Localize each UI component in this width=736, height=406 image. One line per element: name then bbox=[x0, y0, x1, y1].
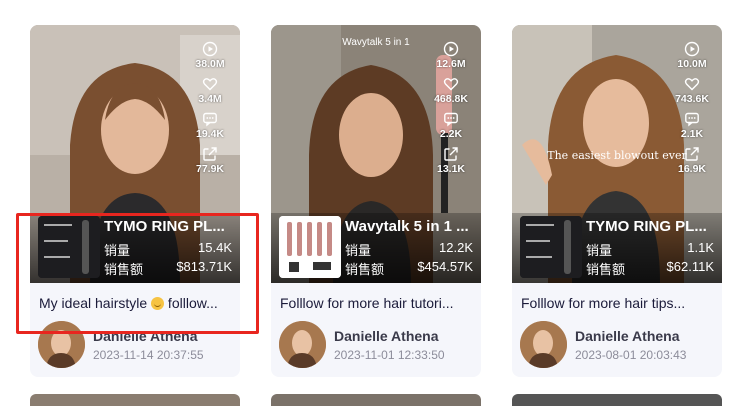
comments-count: 19.4K bbox=[195, 128, 225, 140]
comments-count: 2.2K bbox=[439, 128, 463, 140]
next-row-card-peek bbox=[30, 394, 240, 406]
video-stats: 12.6M 468.8K 2.2K 13.1K bbox=[431, 41, 471, 181]
comment-icon bbox=[203, 112, 217, 127]
video-thumbnail[interactable]: Wavytalk 5 in 1 12.6M 468.8K 2.2K 13.1K bbox=[271, 25, 481, 283]
video-stats: 10.0M 743.6K 2.1K 16.9K bbox=[672, 41, 712, 181]
product-bar[interactable]: TYMO RING PL... 销量 15.4K 销售额 $813.71K bbox=[30, 213, 240, 283]
sales-value: 12.2K bbox=[439, 240, 473, 255]
avatar[interactable] bbox=[38, 321, 85, 368]
revenue-value: $454.57K bbox=[417, 259, 473, 274]
share-icon bbox=[685, 147, 699, 161]
likes-count: 3.4M bbox=[198, 93, 222, 105]
product-image bbox=[38, 216, 100, 278]
video-card[interactable]: 38.0M 3.4M 19.4K 77.9K TYMO RING PL... 销… bbox=[30, 25, 240, 377]
author-info[interactable]: Danielle Athena 2023-11-14 20:37:55 bbox=[38, 321, 234, 369]
author-info[interactable]: Danielle Athena 2023-11-01 12:33:50 bbox=[279, 321, 475, 369]
avatar[interactable] bbox=[520, 321, 567, 368]
likes-stat: 3.4M bbox=[198, 76, 222, 105]
author-info[interactable]: Danielle Athena 2023-08-01 20:03:43 bbox=[520, 321, 716, 369]
sales-label: 销量 bbox=[104, 243, 131, 258]
plays-count: 12.6M bbox=[436, 58, 466, 70]
revenue-row: 销售额 $813.71K bbox=[104, 259, 232, 278]
video-thumbnail[interactable]: The easiest blowout ever 10.0M 743.6K 2.… bbox=[512, 25, 722, 283]
author-name: Danielle Athena bbox=[334, 328, 439, 344]
heart-icon bbox=[202, 78, 218, 91]
video-stats: 38.0M 3.4M 19.4K 77.9K bbox=[190, 41, 230, 181]
comment-icon bbox=[685, 112, 699, 127]
video-card[interactable]: The easiest blowout ever 10.0M 743.6K 2.… bbox=[512, 25, 722, 377]
play-count-icon bbox=[443, 41, 459, 57]
heart-icon bbox=[684, 78, 700, 91]
comments-count: 2.1K bbox=[680, 128, 704, 140]
publish-date: 2023-08-01 20:03:43 bbox=[575, 348, 687, 362]
plays-stat: 10.0M bbox=[677, 41, 707, 70]
comments-stat: 2.1K bbox=[681, 111, 703, 140]
play-count-icon bbox=[684, 41, 700, 57]
sales-value: 15.4K bbox=[198, 240, 232, 255]
play-count-icon bbox=[202, 41, 218, 57]
shares-stat: 77.9K bbox=[196, 146, 224, 175]
comments-stat: 2.2K bbox=[440, 111, 462, 140]
plays-count: 10.0M bbox=[677, 58, 707, 70]
product-image bbox=[279, 216, 341, 278]
shares-count: 13.1K bbox=[436, 163, 466, 175]
video-card[interactable]: Wavytalk 5 in 1 12.6M 468.8K 2.2K 13.1K bbox=[271, 25, 481, 377]
avatar[interactable] bbox=[279, 321, 326, 368]
video-title[interactable]: My ideal hairstyle folllow... bbox=[39, 295, 233, 311]
revenue-value: $62.11K bbox=[666, 259, 714, 274]
product-name: TYMO RING PL... bbox=[586, 218, 707, 235]
revenue-label: 销售额 bbox=[104, 262, 144, 277]
shares-stat: 16.9K bbox=[678, 146, 706, 175]
plays-count: 38.0M bbox=[195, 58, 225, 70]
comment-icon bbox=[444, 112, 458, 127]
video-title-tail: folllow... bbox=[164, 295, 218, 311]
product-name: TYMO RING PL... bbox=[104, 218, 225, 235]
author-name: Danielle Athena bbox=[575, 328, 680, 344]
video-thumbnail[interactable]: 38.0M 3.4M 19.4K 77.9K TYMO RING PL... 销… bbox=[30, 25, 240, 283]
product-bar[interactable]: Wavytalk 5 in 1 ... 销量 12.2K 销售额 $454.57… bbox=[271, 213, 481, 283]
video-title[interactable]: Folllow for more hair tutori... bbox=[280, 295, 474, 311]
comments-stat: 19.4K bbox=[196, 111, 224, 140]
likes-stat: 468.8K bbox=[434, 76, 468, 105]
plays-stat: 38.0M bbox=[195, 41, 225, 70]
share-icon bbox=[203, 147, 217, 161]
likes-stat: 743.6K bbox=[675, 76, 709, 105]
sales-label: 销量 bbox=[586, 243, 613, 258]
shares-stat: 13.1K bbox=[437, 146, 465, 175]
sales-row: 销量 12.2K bbox=[345, 240, 473, 259]
publish-date: 2023-11-01 12:33:50 bbox=[334, 348, 445, 362]
likes-count: 468.8K bbox=[434, 93, 468, 105]
heart-icon bbox=[443, 78, 459, 91]
revenue-row: 销售额 $454.57K bbox=[345, 259, 473, 278]
emoji-icon bbox=[151, 297, 165, 310]
revenue-row: 销售额 $62.11K bbox=[586, 259, 714, 278]
sales-value: 1.1K bbox=[687, 240, 714, 255]
next-row-card-peek bbox=[512, 394, 722, 406]
video-grid: 38.0M 3.4M 19.4K 77.9K TYMO RING PL... 销… bbox=[0, 0, 736, 406]
video-title-text: My ideal hairstyle bbox=[39, 295, 148, 311]
next-row-card-peek bbox=[271, 394, 481, 406]
sales-row: 销量 15.4K bbox=[104, 240, 232, 259]
sales-row: 销量 1.1K bbox=[586, 240, 714, 259]
shares-count: 16.9K bbox=[677, 163, 707, 175]
sales-label: 销量 bbox=[345, 243, 372, 258]
author-name: Danielle Athena bbox=[93, 328, 198, 344]
revenue-label: 销售额 bbox=[586, 262, 626, 277]
publish-date: 2023-11-14 20:37:55 bbox=[93, 348, 204, 362]
likes-count: 743.6K bbox=[675, 93, 709, 105]
share-icon bbox=[444, 147, 458, 161]
shares-count: 77.9K bbox=[195, 163, 225, 175]
plays-stat: 12.6M bbox=[436, 41, 466, 70]
revenue-label: 销售额 bbox=[345, 262, 385, 277]
video-title[interactable]: Folllow for more hair tips... bbox=[521, 295, 715, 311]
product-name: Wavytalk 5 in 1 ... bbox=[345, 218, 469, 235]
product-bar[interactable]: TYMO RING PL... 销量 1.1K 销售额 $62.11K bbox=[512, 213, 722, 283]
product-image bbox=[520, 216, 582, 278]
revenue-value: $813.71K bbox=[176, 259, 232, 274]
